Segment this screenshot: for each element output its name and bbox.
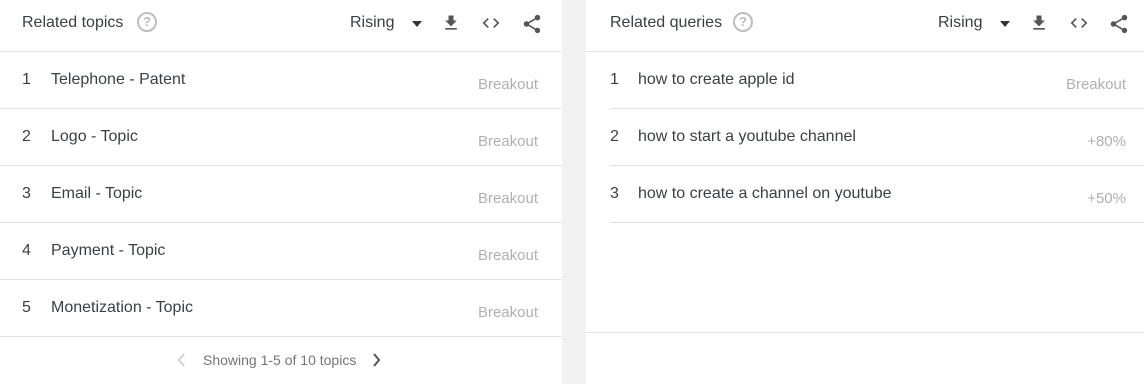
related-topics-list: 1 Telephone - Patent Breakout 2 Logo - T… — [0, 52, 562, 337]
related-queries-title: Related queries — [610, 14, 723, 31]
row-value: +80% — [1087, 133, 1126, 150]
download-icon[interactable] — [1029, 13, 1049, 33]
row-label[interactable]: Monetization - Topic — [51, 299, 193, 317]
row-label[interactable]: Logo - Topic — [51, 128, 138, 146]
row-rank: 2 — [610, 128, 619, 145]
download-icon[interactable] — [441, 13, 461, 33]
query-row[interactable]: 2 how to start a youtube channel +80% — [610, 109, 1144, 166]
row-value: Breakout — [477, 190, 538, 207]
related-queries-header: Related queries ? Rising — [586, 0, 1144, 52]
rising-dropdown[interactable]: Rising — [938, 14, 1010, 36]
row-label[interactable]: how to create apple id — [638, 71, 795, 89]
row-rank: 4 — [22, 242, 31, 259]
pagination-status: Showing 1-5 of 10 topics — [203, 352, 357, 368]
caret-down-icon — [412, 21, 422, 27]
row-label[interactable]: Payment - Topic — [51, 242, 165, 260]
row-rank: 1 — [610, 71, 619, 88]
row-rank: 3 — [610, 185, 619, 202]
dropdown-label: Rising — [938, 14, 983, 31]
row-label[interactable]: Email - Topic — [51, 185, 142, 203]
topic-row[interactable]: 2 Logo - Topic Breakout — [0, 109, 562, 166]
chevron-left-icon — [176, 352, 186, 373]
footer-divider — [586, 332, 1144, 333]
related-topics-title: Related topics — [22, 14, 124, 31]
row-label[interactable]: how to start a youtube channel — [638, 128, 856, 146]
dropdown-label: Rising — [350, 14, 395, 31]
pagination: Showing 1-5 of 10 topics — [0, 348, 562, 372]
related-topics-panel: Related topics ? Rising 1 Telephone - Pa… — [0, 0, 562, 384]
row-rank: 1 — [22, 71, 31, 88]
topic-row[interactable]: 4 Payment - Topic Breakout — [0, 223, 562, 280]
related-queries-list: 1 how to create apple id Breakout 2 how … — [586, 52, 1144, 223]
rising-dropdown[interactable]: Rising — [350, 14, 422, 36]
row-value: Breakout — [477, 247, 538, 264]
row-label[interactable]: Telephone - Patent — [51, 71, 185, 89]
row-value: Breakout — [477, 76, 538, 93]
row-value: Breakout — [1065, 76, 1126, 93]
share-icon[interactable] — [1108, 13, 1128, 34]
share-icon[interactable] — [521, 13, 541, 34]
row-rank: 3 — [22, 185, 31, 202]
query-row[interactable]: 1 how to create apple id Breakout — [610, 52, 1144, 109]
caret-down-icon — [1000, 21, 1010, 27]
chevron-right-icon[interactable] — [372, 352, 382, 373]
row-value: Breakout — [477, 304, 538, 321]
row-rank: 2 — [22, 128, 31, 145]
row-value: Breakout — [477, 133, 538, 150]
related-topics-header: Related topics ? Rising — [0, 0, 562, 52]
topic-row[interactable]: 1 Telephone - Patent Breakout — [0, 52, 562, 109]
row-rank: 5 — [22, 299, 31, 316]
related-queries-panel: Related queries ? Rising 1 how to create… — [586, 0, 1144, 384]
row-value: +50% — [1087, 190, 1126, 207]
query-row[interactable]: 3 how to create a channel on youtube +50… — [610, 166, 1144, 223]
topic-row[interactable]: 3 Email - Topic Breakout — [0, 166, 562, 223]
help-icon[interactable]: ? — [137, 12, 157, 32]
embed-code-icon[interactable] — [1068, 13, 1088, 33]
embed-code-icon[interactable] — [480, 13, 500, 33]
row-label[interactable]: how to create a channel on youtube — [638, 185, 892, 203]
help-icon[interactable]: ? — [733, 12, 753, 32]
topic-row[interactable]: 5 Monetization - Topic Breakout — [0, 280, 562, 337]
